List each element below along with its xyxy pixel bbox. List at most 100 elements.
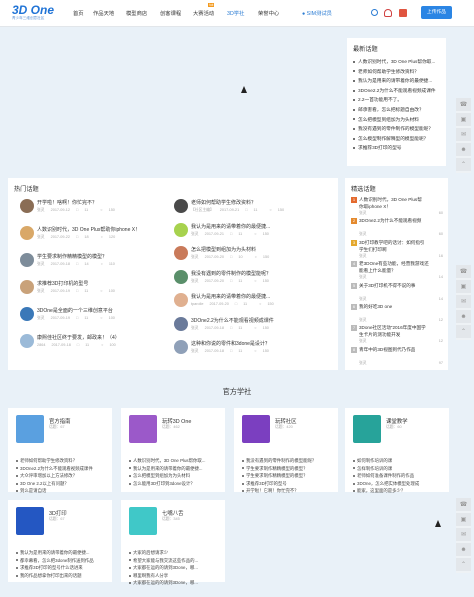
hot-topic-title[interactable]: 3DOne是全面的一个三维创意平台 bbox=[37, 307, 113, 314]
featured-topic-title[interactable]: 我的好吃3D one bbox=[359, 304, 392, 310]
topic-author[interactable]: 张灵 bbox=[191, 232, 199, 236]
featured-topic-title[interactable]: 3Done社区活动“2016年度中国学 bbox=[359, 325, 426, 331]
avatar[interactable] bbox=[174, 293, 188, 307]
featured-topic-item[interactable]: 7 3Done社区活动“2016年度中国学 生卡片的测功能开发 张灵 12 bbox=[351, 325, 445, 346]
academy-card-icon[interactable] bbox=[16, 507, 44, 535]
academy-topic-item[interactable]: 3DOne2.2为什么不能观看视频成课件 bbox=[16, 465, 93, 473]
hot-topic-row[interactable]: 这种和你说的零件和3done是设计？ 张灵 2017-09-18 □ 11 ○ 150 bbox=[174, 340, 324, 362]
topic-author[interactable]: 张灵 bbox=[37, 262, 45, 266]
hot-topic-row[interactable]: 怎么把模型到组加为为头材料 张灵 2017-09-20 □ 10 ○ 150 bbox=[174, 246, 324, 268]
latest-topic-item[interactable]: 邮承害看，怎么把标题自由改？ bbox=[353, 107, 446, 117]
academy-topic-item[interactable]: 怎么把模型到组加为为头材料 bbox=[129, 472, 205, 480]
academy-topic-item[interactable]: 学生要求制作精精模型的模型？ bbox=[242, 472, 316, 480]
hot-topic-row[interactable]: 康熙佳社区终于要发，邮政来！（4） 2864 2017-09-18 □ 11 ○ 100 bbox=[20, 334, 170, 356]
academy-topic-item[interactable]: 我没有遇到的零件制作的模型能呢？ bbox=[242, 457, 316, 465]
avatar[interactable] bbox=[174, 340, 188, 354]
avatar[interactable] bbox=[174, 199, 188, 213]
phone-icon[interactable]: ☎ bbox=[456, 98, 471, 113]
academy-card-name[interactable]: 玩转社区 bbox=[275, 417, 297, 425]
academy-topic-item[interactable]: 希望大家能与我交流这些作品的... bbox=[129, 557, 198, 565]
avatar[interactable] bbox=[174, 222, 188, 237]
featured-topic-title[interactable]: 青年中的3D视图到代乃作品 bbox=[359, 347, 415, 353]
avatar[interactable] bbox=[174, 246, 188, 260]
chat-icon[interactable]: ✉ bbox=[456, 295, 471, 310]
academy-card-icon[interactable] bbox=[242, 415, 270, 443]
academy-card-name[interactable]: 七嘴八舌 bbox=[162, 509, 184, 517]
hot-topic-title[interactable]: 3DOne2.2为什么不能观看视频成课件 bbox=[191, 317, 274, 324]
latest-topic-item[interactable]: 老师如何帮助学生修改资料？ bbox=[353, 69, 446, 79]
academy-topic-item[interactable]: 怎样制作培训的课 bbox=[353, 465, 419, 473]
latest-topic-item[interactable]: 怎么模型制作解释型的模型能呢？ bbox=[353, 136, 446, 146]
academy-topic-item[interactable]: 都幸幕看，怎么把3done制作送到作品 bbox=[16, 557, 94, 565]
avatar[interactable] bbox=[174, 269, 188, 284]
user-name[interactable]: ● SIM测试员 bbox=[302, 9, 332, 17]
hot-topic-row[interactable]: 我没有遇到的零件制作的模型能呢？ 张灵 2017-09-20 □ 11 ○ 150 bbox=[174, 269, 324, 292]
topic-author[interactable]: 张灵 bbox=[191, 326, 199, 330]
featured-topic-title-cont[interactable]: 学生们打印啊 bbox=[359, 247, 387, 253]
academy-topic-item[interactable]: 学生要求制作精精模型的模型？ bbox=[242, 465, 316, 473]
academy-topic-item[interactable]: 老师如何帮助学生修改资料？ bbox=[16, 457, 93, 465]
hot-topic-title[interactable]: 老师如何帮助学生修改资料？ bbox=[191, 199, 256, 206]
hot-topic-title[interactable]: 康熙佳社区终于要发，邮政来！（4） bbox=[37, 334, 120, 341]
back-to-top-icon[interactable]: ⌃ bbox=[456, 158, 471, 173]
academy-topic-item[interactable]: 大家都在运的的请到3Done，哪... bbox=[129, 564, 198, 572]
camera-icon[interactable]: ▣ bbox=[456, 513, 471, 528]
hot-topic-row[interactable]: 求推荐3D打印机的型号 张灵 2017-09-19 □ 11 ○ 100 bbox=[20, 280, 170, 302]
avatar[interactable] bbox=[20, 253, 34, 267]
academy-topic-item[interactable]: 怎么能用3D打印到3done设计？ bbox=[129, 480, 205, 488]
topic-author[interactable]: 张灵 bbox=[359, 339, 367, 344]
nav-works[interactable]: 作品天地 bbox=[93, 9, 114, 17]
wechat-icon[interactable]: ☻ bbox=[456, 143, 471, 158]
topic-author[interactable]: 2864 bbox=[37, 343, 45, 347]
featured-topic-item[interactable]: 1 人数识别时代，3D One Plus帮 你取iphone X！ 张灵 60 bbox=[351, 197, 445, 218]
topic-author[interactable]: 张灵 bbox=[359, 361, 367, 366]
academy-card-icon[interactable] bbox=[16, 415, 44, 443]
topic-author[interactable]: 张灵 bbox=[191, 255, 199, 259]
hot-topic-title[interactable]: 怎么把模型到组加为为头材料 bbox=[191, 246, 256, 253]
academy-card-icon[interactable] bbox=[129, 415, 157, 443]
latest-topic-item[interactable]: 2.2一首功能用不了。 bbox=[353, 97, 446, 107]
back-to-top-icon[interactable]: ⌃ bbox=[456, 325, 471, 340]
nav-home[interactable]: 首页 bbox=[73, 9, 84, 17]
featured-topic-title[interactable]: 关于3D打印机不得不说的事 bbox=[359, 283, 415, 289]
topic-author[interactable]: 张灵 bbox=[191, 279, 199, 283]
featured-topic-title-cont[interactable]: 能看上什么能量？ bbox=[359, 268, 396, 274]
topic-author[interactable]: 张灵 bbox=[37, 235, 45, 239]
topic-author[interactable]: tparolle bbox=[191, 302, 203, 306]
academy-topic-item[interactable]: 到么是请自话 bbox=[16, 487, 93, 495]
hot-topic-row[interactable]: 开学啦！啥啊！你忙完不？ 张灵 2017-09-12 □ 11 ○ 150 bbox=[20, 199, 170, 221]
academy-topic-item[interactable]: 大家都在运的的请到3Done，哪... bbox=[129, 579, 198, 587]
academy-topic-item[interactable]: 老师如何准备课件制作的作品 bbox=[353, 472, 419, 480]
academy-card[interactable]: 七嘴八舌 话题：345 大家的后想请求少 希望大家能与我交流这些作品的... 大家都在运… bbox=[121, 500, 225, 585]
nav-store[interactable]: 模型商店 bbox=[126, 9, 147, 17]
avatar[interactable] bbox=[174, 316, 188, 331]
topic-author[interactable]: 张灵 bbox=[359, 232, 367, 237]
featured-topic-item[interactable]: 3 3D打印教学吧的话讨：如何指引 学生们打印啊 张灵 16 bbox=[351, 239, 445, 261]
academy-card-name[interactable]: 课堂教学 bbox=[386, 417, 408, 425]
phone-icon[interactable]: ☎ bbox=[456, 498, 471, 513]
academy-topic-item[interactable]: 能家，这里面的是多少？ bbox=[353, 487, 419, 495]
hot-topic-row[interactable]: 我认为是用来的请带着你的最便捷... 张灵 2017-09-21 □ 11 ○ 150 bbox=[174, 222, 324, 245]
hot-topic-row[interactable]: 学生要求制作精精模型的模型？ 张灵 2017-09-18 □ 14 ○ 110 bbox=[20, 253, 170, 275]
featured-topic-title[interactable]: 3D打印教学吧的话讨：如何指引 bbox=[359, 240, 425, 246]
academy-card-name[interactable]: 3D打印 bbox=[49, 509, 67, 517]
site-logo[interactable]: 3D One 青少年三维创意社区 bbox=[12, 4, 67, 23]
nav-courses[interactable]: 创客课程 bbox=[160, 9, 181, 17]
camera-icon[interactable]: ▣ bbox=[456, 113, 471, 128]
academy-topic-item[interactable]: 人数识别时代，3D One Plus帮你取... bbox=[129, 457, 205, 465]
avatar[interactable] bbox=[20, 307, 34, 321]
featured-topic-title[interactable]: 老3DOne有些功能，经营我游戏还 bbox=[359, 261, 429, 267]
topic-author[interactable]: 张灵 bbox=[359, 297, 367, 302]
topic-author[interactable]: 张灵 bbox=[359, 254, 367, 259]
avatar[interactable] bbox=[20, 199, 34, 213]
featured-topic-title-cont[interactable]: 生卡片的测功能开发 bbox=[359, 332, 400, 338]
wechat-icon[interactable]: ☻ bbox=[456, 543, 471, 558]
featured-topic-title[interactable]: 人数识别时代，3D One Plus帮 bbox=[359, 197, 422, 203]
hot-topic-row[interactable]: 老师如何帮助学生修改资料？ 【社区主编】 2017-09-21 □ 11 ○ 150 bbox=[174, 199, 324, 221]
academy-topic-item[interactable]: 大家的后想请求少 bbox=[129, 549, 198, 557]
academy-topic-item[interactable]: 如何制作培训的课 bbox=[353, 457, 419, 465]
academy-topic-item[interactable]: 求推荐3D打印的型号什么话进来 bbox=[16, 564, 94, 572]
hot-topic-title[interactable]: 人数识别时代，3D One Plus帮助你iphone X！ bbox=[37, 226, 140, 233]
academy-topic-item[interactable]: 求推荐3D打印的型号 bbox=[242, 480, 316, 488]
academy-card-name[interactable]: 官方指南 bbox=[49, 417, 71, 425]
